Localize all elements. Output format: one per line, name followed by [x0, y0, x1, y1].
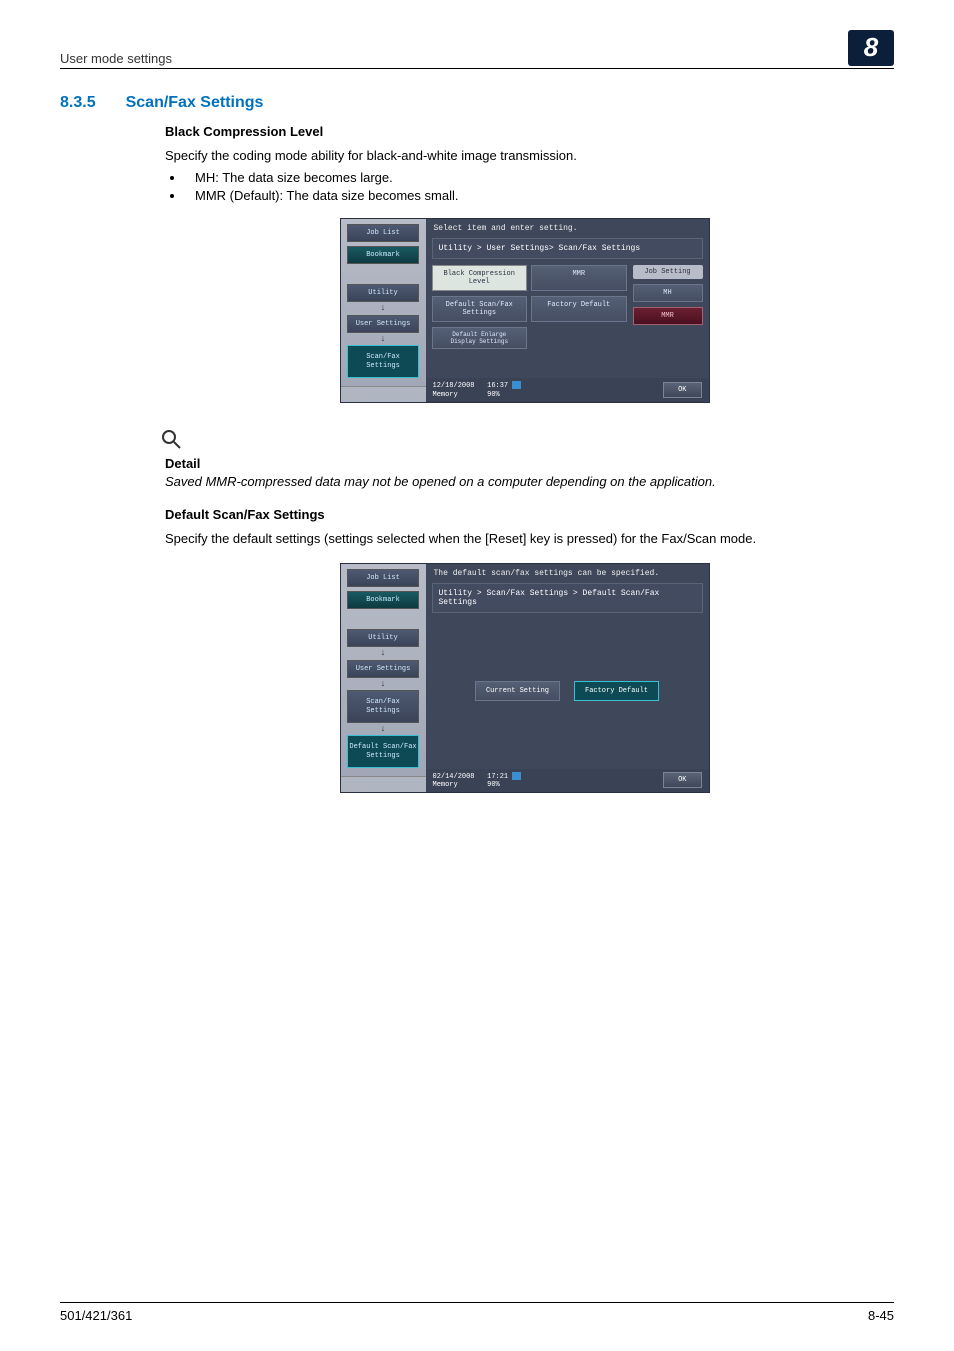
factory-default-button[interactable]: Factory Default [574, 681, 659, 701]
ok-button[interactable]: OK [663, 382, 701, 398]
footer-page-number: 8-45 [868, 1308, 894, 1323]
breadcrumb-path: Utility > User Settings> Scan/Fax Settin… [432, 238, 703, 259]
breadcrumb-path: Utility > Scan/Fax Settings > Default Sc… [432, 583, 703, 613]
nav-user-settings[interactable]: User Settings [347, 660, 419, 678]
section-number: 8.3.5 [60, 94, 96, 112]
bookmark-tab[interactable]: Bookmark [347, 246, 419, 264]
job-list-tab[interactable]: Job List [347, 569, 419, 587]
subheading-default-scanfax: Default Scan/Fax Settings [165, 507, 884, 522]
screenshot-scanfax-settings: Job List Bookmark Utility ↓ User Setting… [340, 218, 710, 403]
status-time: 17:21 [487, 772, 508, 780]
footer-model: 501/421/361 [60, 1308, 132, 1323]
job-list-tab[interactable]: Job List [347, 224, 419, 242]
intro-text-1: Specify the coding mode ability for blac… [165, 147, 884, 165]
subheading-black-compression: Black Compression Level [165, 124, 884, 139]
black-compression-level-button[interactable]: Black Compression Level [432, 265, 528, 291]
status-memory-label: Memory [433, 391, 458, 399]
status-memory-label: Memory [433, 781, 458, 789]
current-setting-button[interactable]: Current Setting [475, 681, 560, 701]
memory-icon [512, 772, 521, 780]
mmr-button[interactable]: MMR [633, 307, 703, 325]
default-enlarge-button[interactable]: Default Enlarge Display Settings [432, 327, 528, 349]
section-title: Scan/Fax Settings [126, 94, 264, 112]
down-arrow-icon: ↓ [380, 682, 385, 687]
nav-user-settings[interactable]: User Settings [347, 315, 419, 333]
mh-button[interactable]: MH [633, 284, 703, 302]
nav-default-scanfax[interactable]: Default Scan/Fax Settings [347, 735, 419, 768]
magnifier-icon [160, 428, 884, 456]
status-date: 02/14/2008 [433, 772, 475, 780]
detail-label: Detail [165, 456, 884, 471]
page-header: User mode settings [60, 51, 172, 66]
status-time: 16:37 [487, 382, 508, 390]
intro-text-2: Specify the default settings (settings s… [165, 530, 884, 548]
instruction-text: Select item and enter setting. [426, 219, 709, 238]
job-setting-label: Job Setting [633, 265, 703, 279]
status-memory-pct: 90% [487, 781, 500, 789]
mmr-value-button[interactable]: MMR [531, 265, 627, 291]
nav-utility[interactable]: Utility [347, 284, 419, 302]
down-arrow-icon: ↓ [380, 651, 385, 656]
chapter-number-badge: 8 [848, 30, 894, 66]
default-scanfax-settings-button[interactable]: Default Scan/Fax Settings [432, 296, 528, 322]
bookmark-tab[interactable]: Bookmark [347, 591, 419, 609]
nav-utility[interactable]: Utility [347, 629, 419, 647]
nav-scanfax-settings[interactable]: Scan/Fax Settings [347, 690, 419, 723]
ok-button[interactable]: OK [663, 772, 701, 788]
factory-default-value-button[interactable]: Factory Default [531, 296, 627, 322]
detail-text: Saved MMR-compressed data may not be ope… [165, 474, 884, 489]
status-date: 12/18/2008 [433, 382, 475, 390]
down-arrow-icon: ↓ [380, 727, 385, 732]
nav-scanfax-settings[interactable]: Scan/Fax Settings [347, 345, 419, 378]
memory-icon [512, 381, 521, 389]
status-memory-pct: 90% [487, 391, 500, 399]
bullet-mh: MH: The data size becomes large. [185, 170, 884, 185]
down-arrow-icon: ↓ [380, 306, 385, 311]
bullet-mmr: MMR (Default): The data size becomes sma… [185, 188, 884, 203]
screenshot-default-scanfax: Job List Bookmark Utility ↓ User Setting… [340, 563, 710, 793]
down-arrow-icon: ↓ [380, 337, 385, 342]
instruction-text: The default scan/fax settings can be spe… [426, 564, 709, 583]
